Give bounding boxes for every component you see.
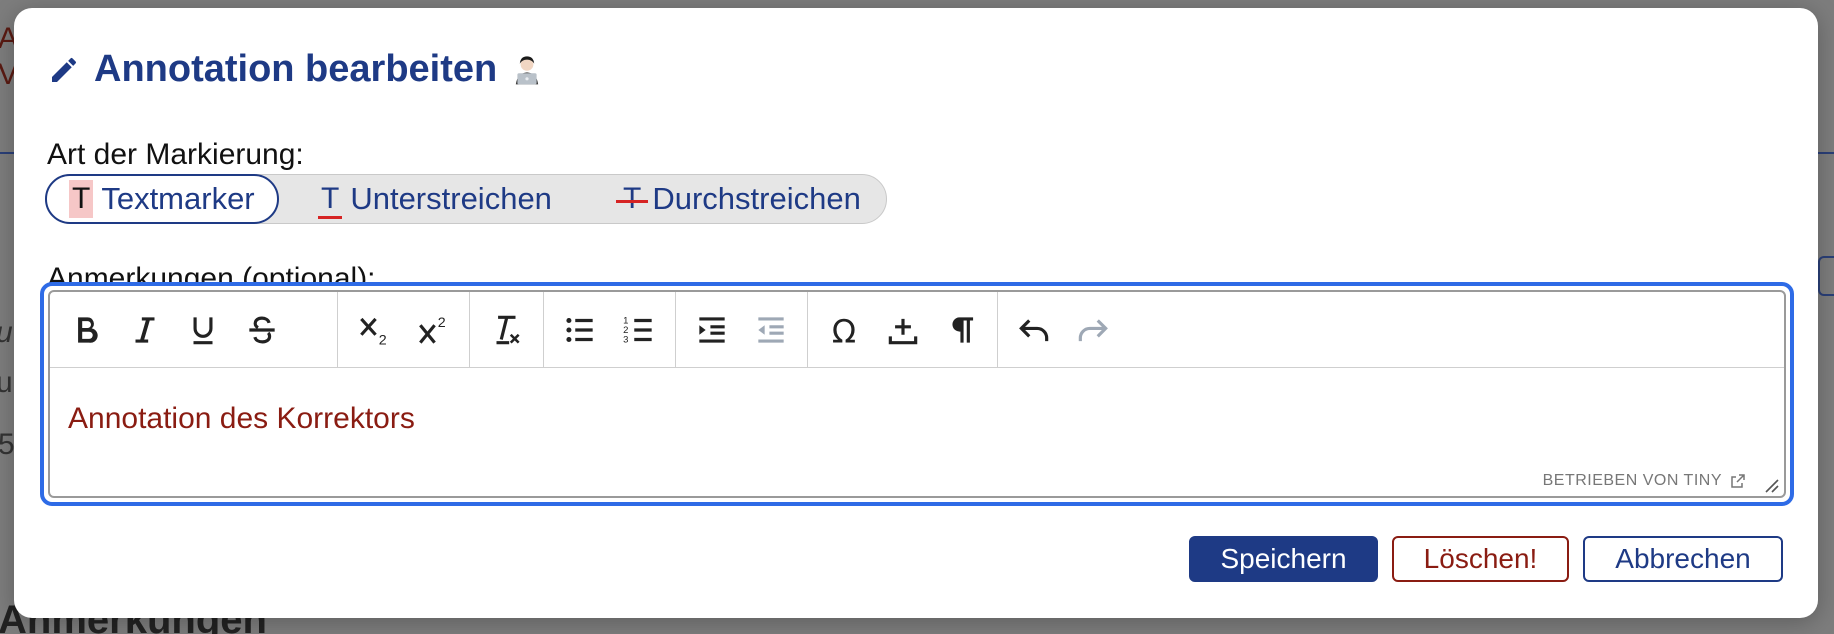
svg-text:3: 3 bbox=[623, 335, 628, 346]
cancel-button[interactable]: Abbrechen bbox=[1583, 536, 1783, 582]
mark-option-label: Durchstreichen bbox=[652, 181, 861, 216]
outdent-button[interactable] bbox=[743, 302, 799, 358]
mark-option-underline[interactable]: T Unterstreichen bbox=[318, 174, 552, 224]
clear-formatting-icon bbox=[496, 315, 520, 345]
subscript-icon: 2 bbox=[360, 317, 387, 348]
omega-icon: Ω bbox=[832, 315, 856, 349]
numbered-list-icon: 123 bbox=[623, 316, 652, 346]
redo-icon bbox=[1078, 319, 1108, 342]
bold-button[interactable] bbox=[58, 302, 114, 358]
underline-mark-icon: T bbox=[318, 180, 343, 219]
italic-button[interactable] bbox=[117, 302, 173, 358]
italic-icon bbox=[135, 317, 155, 343]
background-text: u bbox=[0, 366, 13, 399]
background-text: u bbox=[0, 316, 13, 350]
outdent-icon bbox=[758, 317, 784, 343]
editor-toolbar: 2 2 123 Ω bbox=[50, 292, 1784, 368]
underline-button[interactable] bbox=[175, 302, 231, 358]
background-divider bbox=[0, 152, 14, 154]
undo-button[interactable] bbox=[1006, 302, 1062, 358]
mark-option-textmarker[interactable]: T Textmarker bbox=[45, 174, 279, 224]
pilcrow-icon bbox=[952, 317, 974, 343]
background-divider bbox=[1818, 152, 1834, 154]
indent-button[interactable] bbox=[684, 302, 740, 358]
insert-icon bbox=[888, 318, 918, 345]
toolbar-group-clear bbox=[470, 292, 544, 368]
indent-icon bbox=[699, 317, 725, 343]
clear-formatting-button[interactable] bbox=[478, 302, 534, 358]
technologist-emoji-icon bbox=[516, 55, 539, 84]
dialog-title: Annotation bearbeiten bbox=[48, 48, 543, 91]
mark-type-label: Art der Markierung: bbox=[47, 138, 304, 171]
toolbar-group-script: 2 2 bbox=[338, 292, 470, 368]
underline-icon bbox=[193, 317, 213, 345]
pencil-icon bbox=[52, 57, 77, 82]
mark-option-label: Unterstreichen bbox=[350, 181, 552, 216]
save-button[interactable]: Speichern bbox=[1189, 536, 1378, 582]
numbered-list-button[interactable]: 123 bbox=[611, 302, 667, 358]
toolbar-group-format bbox=[50, 292, 338, 368]
bullet-list-button[interactable] bbox=[552, 302, 608, 358]
external-link-icon bbox=[1731, 474, 1745, 488]
mark-option-label: Textmarker bbox=[101, 181, 255, 216]
special-character-button[interactable]: Ω bbox=[816, 302, 872, 358]
strikethrough-mark-icon: T bbox=[615, 180, 649, 218]
dialog-title-text: Annotation bearbeiten bbox=[94, 48, 498, 90]
undo-icon bbox=[1019, 319, 1049, 342]
strikethrough-icon bbox=[249, 316, 275, 344]
toolbar-group-lists: 123 bbox=[544, 292, 676, 368]
mark-type-segmented-control: T Textmarker T Unterstreichen T Durchstr… bbox=[45, 174, 887, 224]
bold-icon bbox=[78, 317, 98, 343]
editor-frame: 2 2 123 Ω Annotation des Korrektors BETR… bbox=[48, 290, 1786, 498]
background-text: 5 bbox=[0, 428, 15, 461]
toolbar-group-history bbox=[998, 292, 1130, 368]
svg-text:2: 2 bbox=[379, 332, 387, 348]
redo-button[interactable] bbox=[1065, 302, 1121, 358]
insert-button[interactable] bbox=[875, 302, 931, 358]
editor-content[interactable]: Annotation des Korrektors bbox=[68, 402, 415, 436]
toolbar-group-indent bbox=[676, 292, 808, 368]
delete-button[interactable]: Löschen! bbox=[1392, 536, 1569, 582]
powered-by-tiny-link[interactable]: BETRIEBEN VON TINY bbox=[1543, 472, 1746, 490]
powered-by-text: BETRIEBEN VON TINY bbox=[1542, 472, 1722, 489]
superscript-button[interactable]: 2 bbox=[405, 302, 461, 358]
background-chevron-icon bbox=[1818, 256, 1834, 296]
show-paragraphs-button[interactable] bbox=[934, 302, 990, 358]
edit-annotation-dialog: Annotation bearbeiten Art der Markierung… bbox=[14, 8, 1818, 618]
mark-option-strikethrough[interactable]: T Durchstreichen bbox=[615, 174, 861, 224]
highlighter-icon: T bbox=[69, 180, 94, 218]
subscript-button[interactable]: 2 bbox=[346, 302, 402, 358]
rich-text-editor: 2 2 123 Ω Annotation des Korrektors BETR… bbox=[40, 282, 1794, 506]
svg-text:2: 2 bbox=[438, 315, 446, 331]
svg-text:Ω: Ω bbox=[832, 315, 856, 349]
superscript-icon: 2 bbox=[419, 315, 446, 344]
resize-handle-icon[interactable] bbox=[1762, 476, 1780, 494]
toolbar-group-insert: Ω bbox=[808, 292, 998, 368]
strikethrough-button[interactable] bbox=[234, 302, 290, 358]
bullet-list-icon bbox=[566, 317, 593, 343]
